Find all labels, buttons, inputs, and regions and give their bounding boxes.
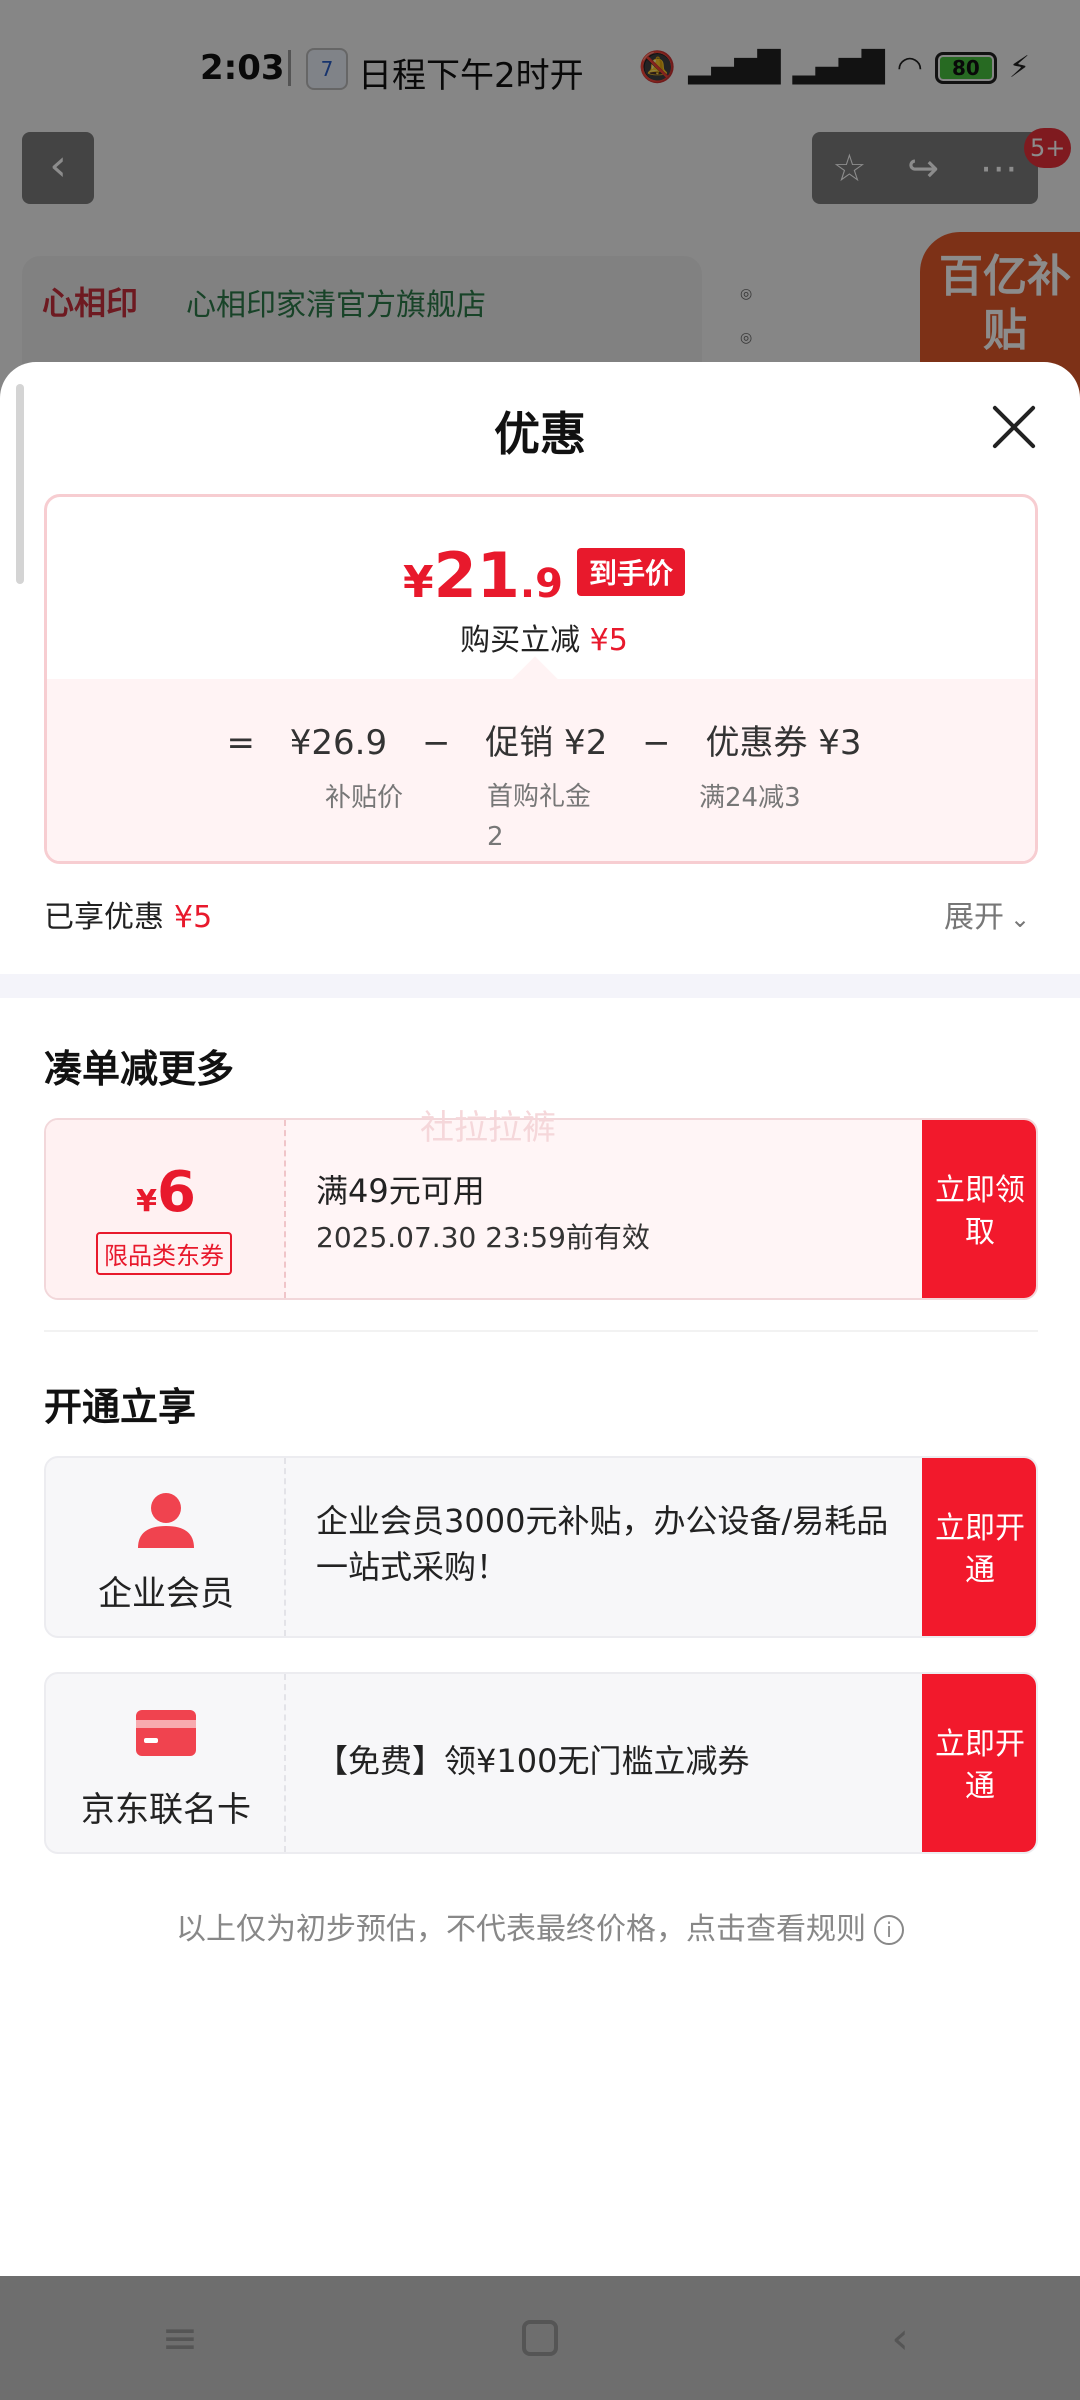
jd-card-card: 京东联名卡 【免费】领¥100无门槛立减券 立即开通 bbox=[44, 1672, 1038, 1854]
coupon-currency: ¥ bbox=[136, 1184, 157, 1219]
enterprise-member-card: 企业会员 企业会员3000元补贴，办公设备/易耗品一站式采购！ 立即开通 bbox=[44, 1456, 1038, 1638]
member-label: 企业会员 bbox=[98, 1574, 234, 1614]
final-price-tag: 到手价 bbox=[576, 548, 685, 596]
chevron-down-icon: ⌄ bbox=[1010, 905, 1031, 933]
open-section-title: 开通立享 bbox=[44, 1385, 197, 1429]
coupon-amount-panel: ¥6 限品类东券 bbox=[46, 1120, 286, 1298]
disclaimer[interactable]: 以上仅为初步预估，不代表最终价格，点击查看规则 i bbox=[0, 1904, 1080, 1948]
buy-reduce-label: 购买立减 bbox=[460, 623, 581, 658]
coupon-info: 满49元可用 2025.07.30 23:59前有效 bbox=[286, 1120, 922, 1298]
home-button[interactable] bbox=[500, 2320, 580, 2356]
open-jd-card-button[interactable]: 立即开通 bbox=[922, 1674, 1036, 1852]
formula-minus: − bbox=[421, 723, 451, 763]
back-icon[interactable]: ‹ bbox=[860, 2313, 940, 2364]
buy-reduce-value: ¥5 bbox=[589, 623, 628, 658]
more-section-title: 凑单减更多 bbox=[44, 1047, 235, 1091]
claim-coupon-button[interactable]: 立即领取 bbox=[922, 1120, 1036, 1298]
enjoyed-discount: 已享优惠 ¥5 bbox=[44, 892, 212, 936]
coupon-validity: 2025.07.30 23:59前有效 bbox=[316, 1221, 650, 1254]
coupon-label: 满24减3 bbox=[699, 783, 801, 813]
buy-reduce: 购买立减 ¥5 bbox=[47, 615, 1035, 659]
enjoyed-label: 已享优惠 bbox=[44, 900, 164, 935]
member-icon-panel: 企业会员 bbox=[46, 1458, 286, 1636]
watermark: 社拉拉裤 bbox=[420, 1108, 556, 1148]
price-currency: ¥ bbox=[403, 557, 434, 608]
enjoyed-value: ¥5 bbox=[174, 900, 213, 935]
final-price: ¥21.9 到手价 bbox=[47, 539, 1035, 612]
price-decimal: .9 bbox=[519, 561, 563, 607]
formula-minus: − bbox=[642, 723, 671, 763]
close-icon[interactable] bbox=[990, 402, 1038, 450]
base-price-label: 补贴价 bbox=[325, 783, 404, 813]
member-label: 京东联名卡 bbox=[81, 1790, 251, 1830]
system-nav-bar: ≡ ‹ bbox=[0, 2276, 1080, 2400]
discount-sheet: 优惠 ¥21.9 到手价 购买立减 ¥5 = ¥26.9 − 促销 ¥2 − 优惠… bbox=[0, 362, 1080, 2276]
member-icon-panel: 京东联名卡 bbox=[46, 1674, 286, 1852]
divider bbox=[44, 1330, 1038, 1332]
coupon-condition: 满49元可用 bbox=[316, 1172, 485, 1210]
formula-promo: 促销 ¥2 bbox=[485, 723, 608, 763]
price-formula: = ¥26.9 − 促销 ¥2 − 优惠券 ¥3 bbox=[47, 715, 1035, 764]
formula-base-price: ¥26.9 bbox=[289, 723, 388, 763]
expand-label: 展开 bbox=[944, 900, 1004, 935]
promo-label: 首购礼金2 bbox=[487, 782, 592, 852]
dim-overlay[interactable] bbox=[0, 0, 1080, 400]
person-icon bbox=[138, 1493, 194, 1548]
menu-icon[interactable]: ≡ bbox=[140, 2313, 220, 2364]
expand-button[interactable]: 展开 ⌄ bbox=[944, 892, 1030, 936]
coupon-amount: ¥6 bbox=[46, 1160, 286, 1225]
sheet-title: 优惠 bbox=[494, 407, 586, 461]
member-icon-wrap bbox=[46, 1706, 286, 1764]
coupon-value: 6 bbox=[156, 1160, 196, 1225]
credit-card-icon bbox=[136, 1710, 196, 1756]
price-integer: 21 bbox=[433, 539, 520, 612]
member-icon-wrap bbox=[46, 1490, 286, 1554]
member-description: 【免费】领¥100无门槛立减券 bbox=[316, 1742, 750, 1780]
formula-coupon: 优惠券 ¥3 bbox=[705, 723, 862, 763]
home-icon bbox=[522, 2320, 558, 2356]
section-divider bbox=[0, 974, 1080, 998]
open-enterprise-button[interactable]: 立即开通 bbox=[922, 1458, 1036, 1636]
price-breakdown-box: ¥21.9 到手价 购买立减 ¥5 = ¥26.9 − 促销 ¥2 − 优惠券 ¥… bbox=[44, 494, 1038, 864]
info-icon[interactable]: i bbox=[874, 1915, 904, 1945]
coupon-kind: 限品类东券 bbox=[96, 1232, 232, 1275]
disclaimer-text: 以上仅为初步预估，不代表最终价格，点击查看规则 bbox=[176, 1912, 866, 1947]
formula-equals: = bbox=[226, 723, 255, 763]
member-description: 企业会员3000元补贴，办公设备/易耗品一站式采购！ bbox=[316, 1502, 889, 1586]
